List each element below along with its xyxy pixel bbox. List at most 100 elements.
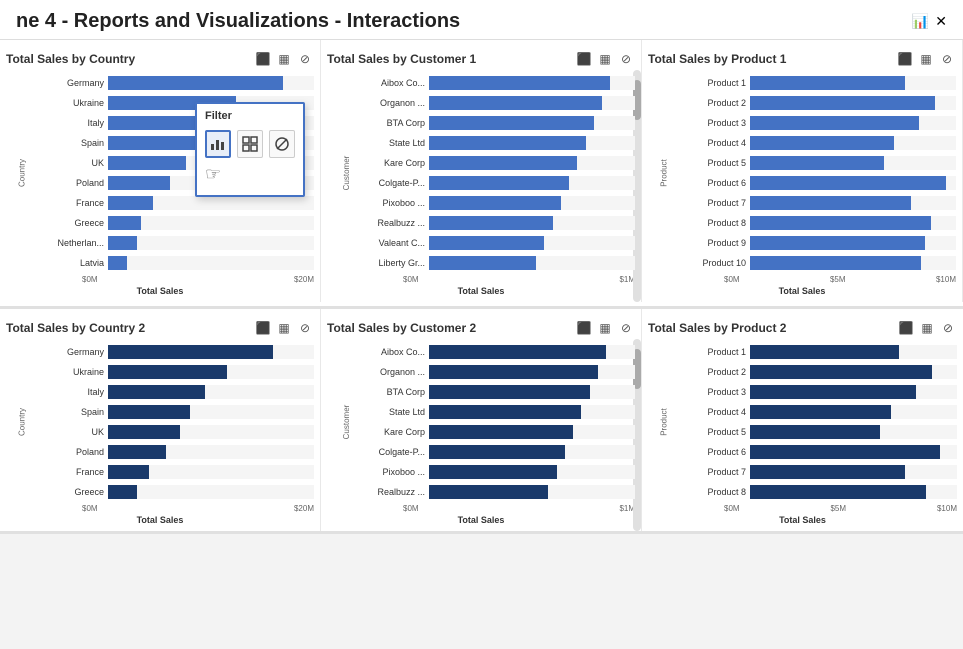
filter-block-icon-product2[interactable]: ⊘ bbox=[939, 319, 957, 337]
bar-chart-product2: Product 1 Product 2 Product 3 Product 4 … bbox=[648, 343, 957, 501]
bar-row: Realbuzz ... bbox=[357, 214, 635, 232]
filter-block-icon-customer2[interactable]: ⊘ bbox=[617, 319, 635, 337]
filter-block-icon-country2[interactable]: ⊘ bbox=[296, 319, 314, 337]
filter-table-icon-product2[interactable]: ▦ bbox=[918, 319, 936, 337]
bar-row: Product 8 bbox=[678, 483, 957, 501]
page-title: ne 4 - Reports and Visualizations - Inte… bbox=[16, 10, 460, 33]
bar-row: Organon ... bbox=[357, 363, 635, 381]
bar-row: Product 7 bbox=[678, 463, 957, 481]
filter-bar-icon-product1[interactable]: ⬛ bbox=[896, 50, 914, 68]
chart-panel-customer1: Total Sales by Customer 1 ⬛ ▦ ⊘ Customer… bbox=[321, 40, 642, 302]
bar-row: Liberty Gr... bbox=[357, 254, 635, 272]
bar-row: Valeant C... bbox=[357, 234, 635, 252]
x-axis-labels-product2: $0M $5M $10M bbox=[648, 504, 957, 513]
filter-bar-chart-btn[interactable] bbox=[205, 130, 231, 158]
top-right-icons: 📊 ✕ bbox=[912, 13, 947, 30]
bar-row: Product 2 bbox=[678, 363, 957, 381]
x-axis-title-customer1: Total Sales bbox=[327, 286, 635, 296]
bar-row: Aibox Co... bbox=[357, 74, 635, 92]
bar-chart-product1: Product 1 Product 2 Product 3 Product 4 … bbox=[648, 74, 956, 272]
bar-row: Netherlan... bbox=[36, 234, 314, 252]
bar-row: Kare Corp bbox=[357, 154, 635, 172]
bar-row: Product 4 bbox=[678, 134, 956, 152]
bar-row: Pixoboo ... bbox=[357, 463, 635, 481]
filter-table-icon-country1[interactable]: ▦ bbox=[275, 50, 293, 68]
bar-row: Germany bbox=[36, 74, 314, 92]
filter-no-filter-btn[interactable] bbox=[269, 130, 295, 158]
x-axis-title-country2: Total Sales bbox=[6, 515, 314, 525]
filter-grid-btn[interactable] bbox=[237, 130, 263, 158]
filter-bar-icon-product2[interactable]: ⬛ bbox=[897, 319, 915, 337]
x-axis-labels-country1: $0M $20M bbox=[6, 275, 314, 284]
filter-bar-icon-country1[interactable]: ⬛ bbox=[254, 50, 272, 68]
bar-row: Product 1 bbox=[678, 74, 956, 92]
filter-block-icon-customer1[interactable]: ⊘ bbox=[617, 50, 635, 68]
bar-row: UK bbox=[36, 423, 314, 441]
bar-row: Product 9 bbox=[678, 234, 956, 252]
chart-panel-product1: Total Sales by Product 1 ⬛ ▦ ⊘ Product P… bbox=[642, 40, 963, 302]
filter-block-icon-country1[interactable]: ⊘ bbox=[296, 50, 314, 68]
bar-chart-icon bbox=[210, 136, 226, 152]
bar-row: Product 3 bbox=[678, 383, 957, 401]
bar-row: Kare Corp bbox=[357, 423, 635, 441]
bar-row: Greece bbox=[36, 214, 314, 232]
chart-title-country1: Total Sales by Country bbox=[6, 52, 251, 66]
x-axis-title-country1: Total Sales bbox=[6, 286, 314, 296]
dashboard-row-1: Total Sales by Country ⬛ ▦ ⊘ Country Ger… bbox=[0, 40, 963, 309]
filter-table-icon-country2[interactable]: ▦ bbox=[275, 319, 293, 337]
bar-chart-customer1: Aibox Co... Organon ... BTA Corp State L… bbox=[327, 74, 635, 272]
bar-row: Product 5 bbox=[678, 154, 956, 172]
filter-bar-icon-customer1[interactable]: ⬛ bbox=[575, 50, 593, 68]
bar-row: Italy bbox=[36, 383, 314, 401]
filter-popup-title: Filter bbox=[205, 110, 295, 122]
filter-block-icon-product1[interactable]: ⊘ bbox=[938, 50, 956, 68]
x-axis-labels-customer2: $0M $1M bbox=[327, 504, 635, 513]
filter-table-icon-product1[interactable]: ▦ bbox=[917, 50, 935, 68]
bar-row: Latvia bbox=[36, 254, 314, 272]
bar-row: Pixoboo ... bbox=[357, 194, 635, 212]
x-axis-title-product2: Total Sales bbox=[648, 515, 957, 525]
bar-row: Product 2 bbox=[678, 94, 956, 112]
chart-title-row-country1: Total Sales by Country ⬛ ▦ ⊘ bbox=[6, 50, 314, 68]
chart-title-row-product1: Total Sales by Product 1 ⬛ ▦ ⊘ bbox=[648, 50, 956, 68]
bar-row: Germany bbox=[36, 343, 314, 361]
page-header: ne 4 - Reports and Visualizations - Inte… bbox=[0, 0, 963, 40]
bar-row: BTA Corp bbox=[357, 383, 635, 401]
x-axis-title-customer2: Total Sales bbox=[327, 515, 635, 525]
bar-row: Greece bbox=[36, 483, 314, 501]
chart-title-country2: Total Sales by Country 2 bbox=[6, 321, 251, 335]
cursor-icon: ☞ bbox=[205, 164, 295, 185]
bar-row: State Ltd bbox=[357, 134, 635, 152]
bar-chart-country2: Germany Ukraine Italy Spain UK bbox=[6, 343, 314, 501]
filter-bar-icon-country2[interactable]: ⬛ bbox=[254, 319, 272, 337]
filter-bar-icon-customer2[interactable]: ⬛ bbox=[575, 319, 593, 337]
bar-row: Spain bbox=[36, 403, 314, 421]
bar-row: Aibox Co... bbox=[357, 343, 635, 361]
bar-row: Colgate-P... bbox=[357, 443, 635, 461]
bar-row: Colgate-P... bbox=[357, 174, 635, 192]
bar-row: Product 8 bbox=[678, 214, 956, 232]
no-filter-icon bbox=[274, 136, 290, 152]
bar-chart-customer2: Aibox Co... Organon ... BTA Corp State L… bbox=[327, 343, 635, 501]
filter-table-icon-customer2[interactable]: ▦ bbox=[596, 319, 614, 337]
bar-row: Product 1 bbox=[678, 343, 957, 361]
dashboard-row-2: Total Sales by Country 2 ⬛ ▦ ⊘ Country G… bbox=[0, 309, 963, 534]
bar-chart-icon[interactable]: 📊 bbox=[912, 13, 929, 30]
bar-row: Product 7 bbox=[678, 194, 956, 212]
bar-row: Product 5 bbox=[678, 423, 957, 441]
filter-popup: Filter bbox=[195, 102, 305, 197]
chart-title-row-customer2: Total Sales by Customer 2 ⬛ ▦ ⊘ bbox=[327, 319, 635, 337]
bar-row: Poland bbox=[36, 443, 314, 461]
chart-title-row-product2: Total Sales by Product 2 ⬛ ▦ ⊘ bbox=[648, 319, 957, 337]
grid-icon bbox=[242, 136, 258, 152]
bar-row: France bbox=[36, 463, 314, 481]
x-axis-labels-country2: $0M $20M bbox=[6, 504, 314, 513]
close-icon[interactable]: ✕ bbox=[935, 13, 947, 30]
bar-row: BTA Corp bbox=[357, 114, 635, 132]
x-axis-labels-product1: $0M $5M $10M bbox=[648, 275, 956, 284]
filter-table-icon-customer1[interactable]: ▦ bbox=[596, 50, 614, 68]
chart-title-product1: Total Sales by Product 1 bbox=[648, 52, 893, 66]
chart-title-customer2: Total Sales by Customer 2 bbox=[327, 321, 572, 335]
bar-row: Ukraine bbox=[36, 363, 314, 381]
bar-row: Product 3 bbox=[678, 114, 956, 132]
